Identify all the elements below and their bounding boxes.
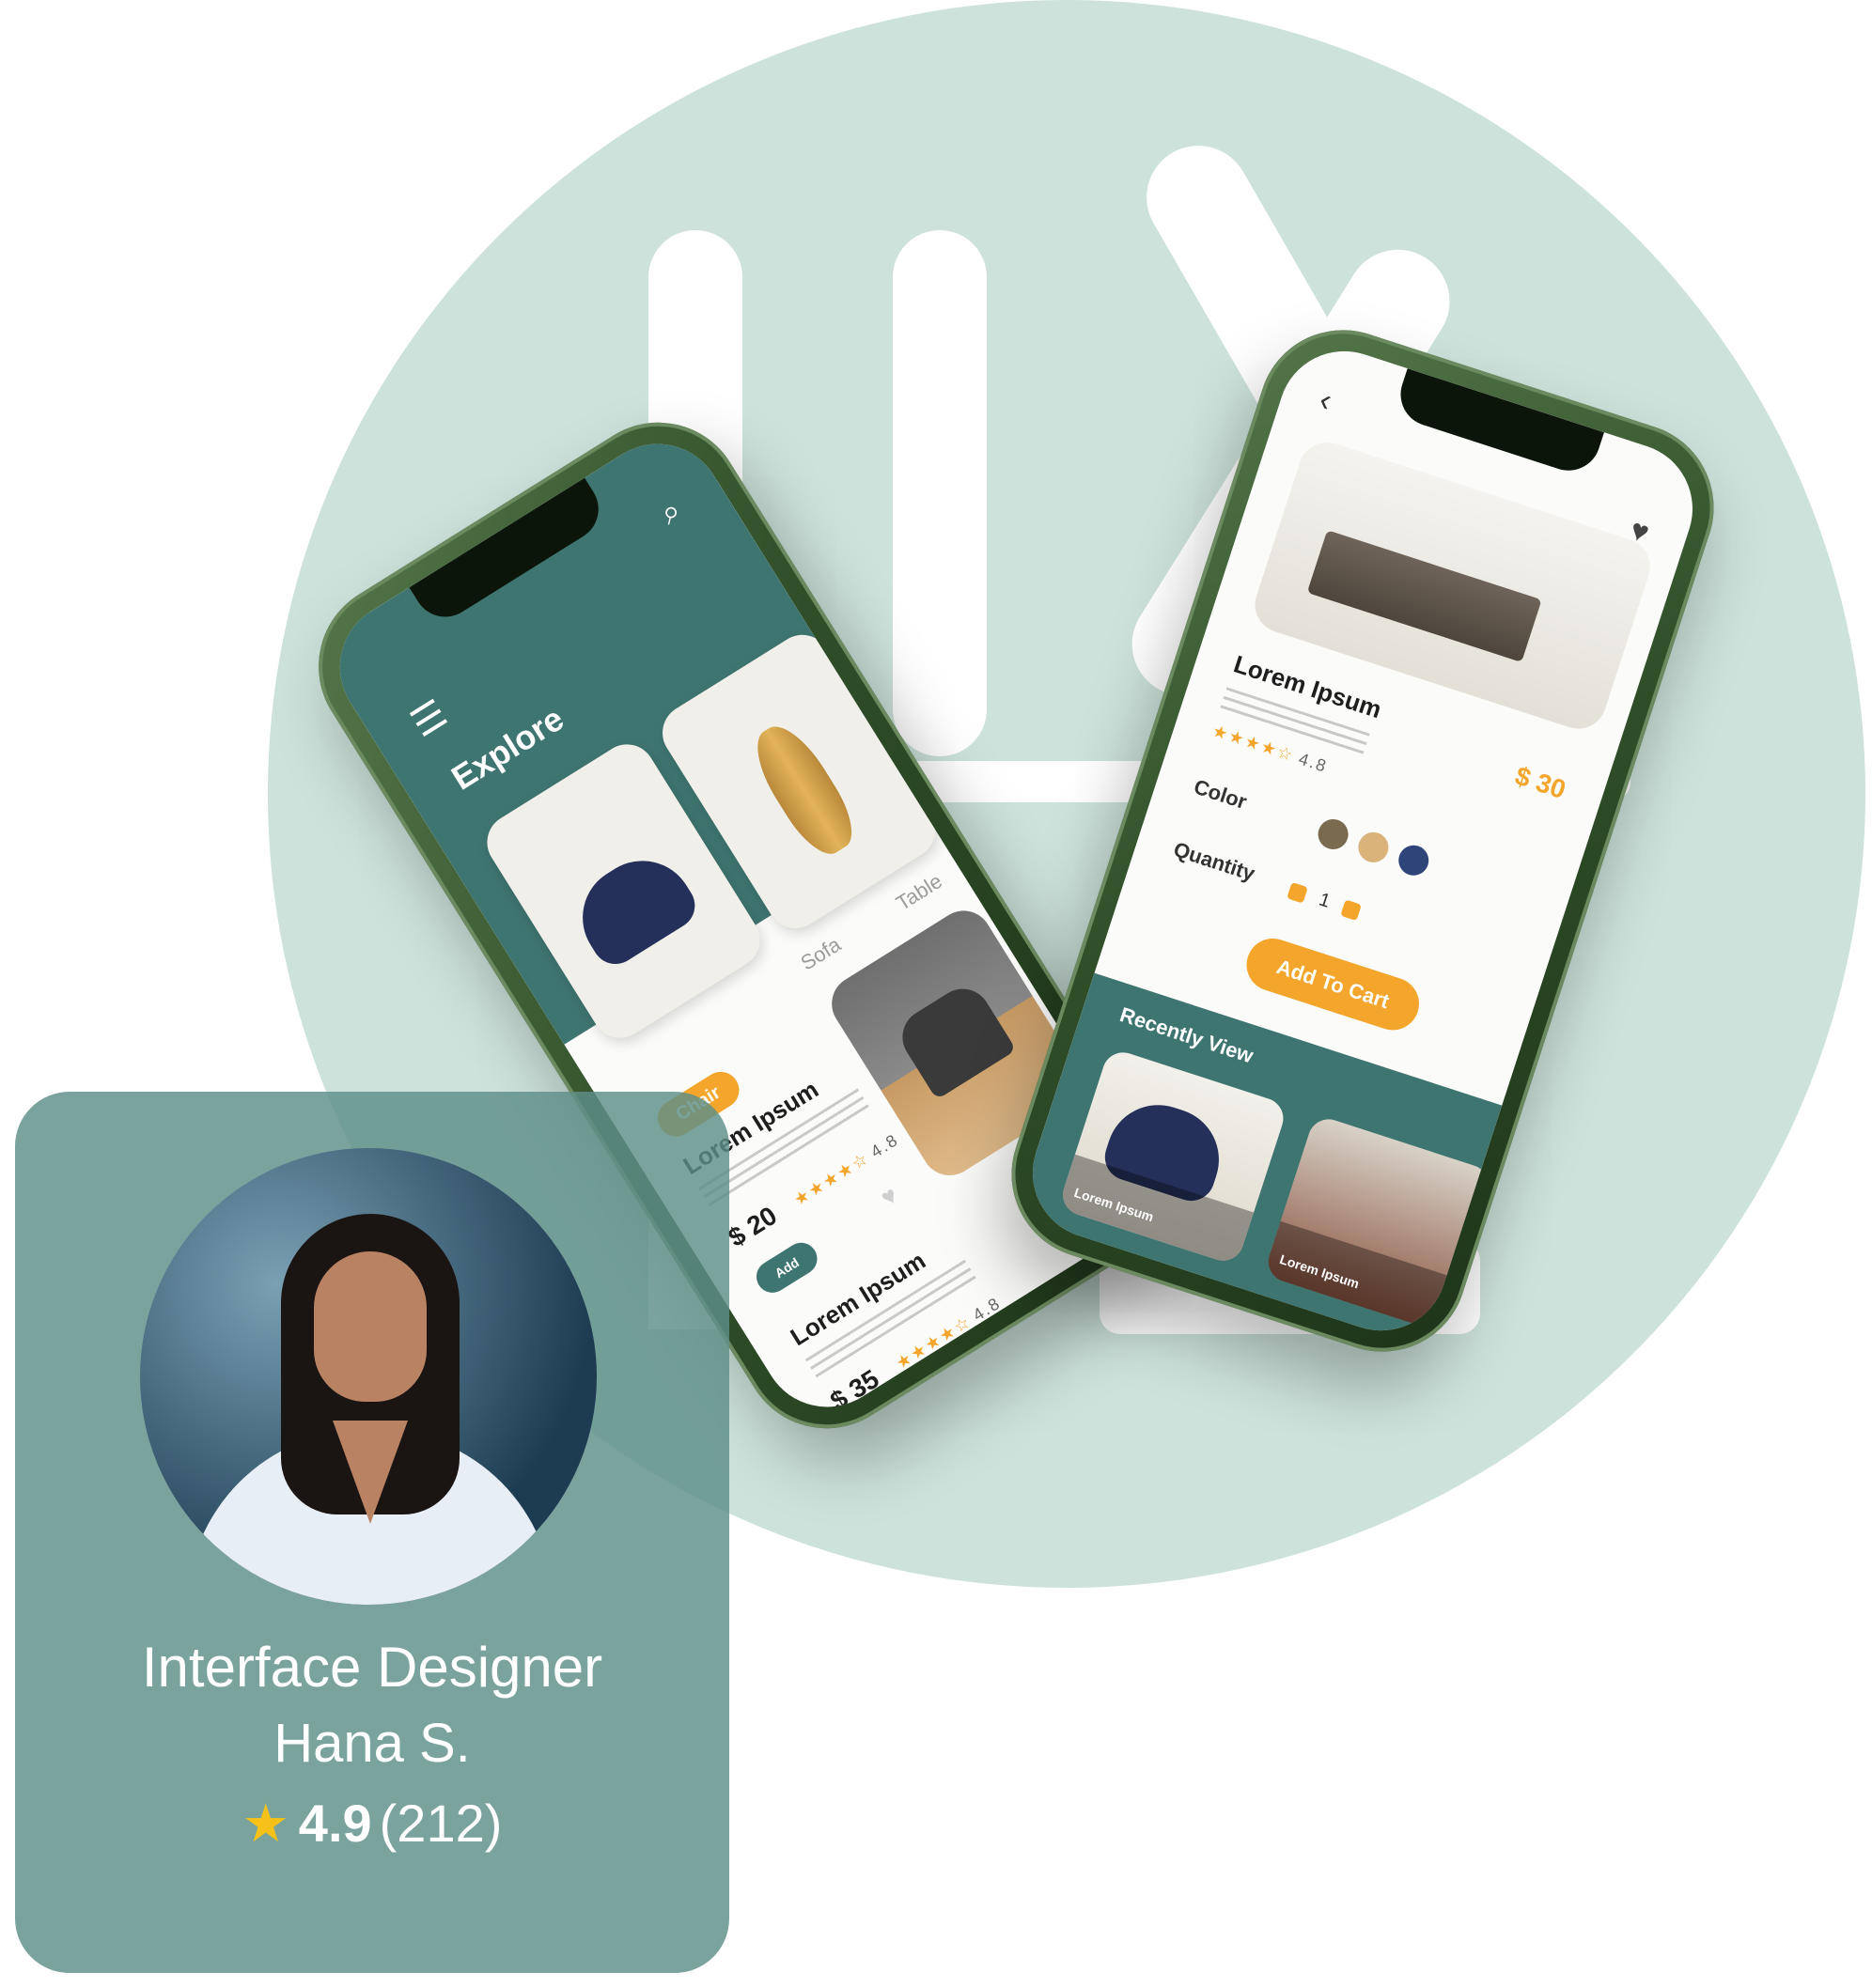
heart-icon[interactable]: ♥ [876,1180,904,1212]
color-swatch-brown[interactable] [1314,815,1352,854]
color-swatch-navy[interactable] [1395,841,1433,879]
designer-name: Hana S. [273,1713,471,1774]
menu-icon[interactable]: ☰ [404,692,455,745]
quantity-stepper[interactable]: 1 [1287,879,1364,923]
designer-role: Interface Designer [141,1636,603,1699]
tab-sofa[interactable]: Sofa [796,932,845,975]
designer-rating: ★ 4.9 (212) [15,1793,729,1855]
avatar [140,1148,597,1605]
quantity-value: 1 [1316,889,1334,912]
item-price: $ 20 [723,1200,783,1253]
star-icon: ★ [242,1794,289,1853]
vase-image [742,714,866,864]
add-to-cart-button[interactable]: Add To Cart [1240,931,1427,1037]
quantity-label: Quantity [1170,837,1258,886]
designer-card[interactable]: Interface Designer Hana S. ★ 4.9 (212) [15,1092,729,1973]
search-icon[interactable]: ⌕ [653,491,688,532]
tv-console-image [1306,530,1542,662]
recent-item-card[interactable]: Lorem Ipsum [1263,1113,1494,1333]
item-price: $ 35 [825,1363,884,1416]
chevron-left-icon[interactable]: ‹ [1315,381,1336,420]
color-swatch-tan[interactable] [1354,828,1393,867]
explore-title: Explore [445,698,570,798]
chair-image [563,841,704,973]
minus-button[interactable] [1287,881,1308,904]
color-label: Color [1191,774,1250,815]
rating-count: (212) [379,1794,503,1853]
product-price: $ 30 [1511,760,1569,805]
watermark-u-right [893,230,987,756]
plus-button[interactable] [1340,899,1363,921]
tab-table[interactable]: Table [892,869,946,916]
recent-item-card[interactable]: Lorem Ipsum [1057,1047,1289,1266]
rating-score: 4.9 [298,1794,372,1853]
add-button[interactable]: Add [750,1236,823,1299]
